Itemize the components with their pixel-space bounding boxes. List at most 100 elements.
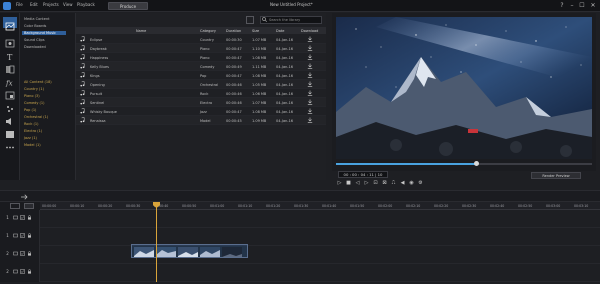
track-row[interactable] <box>40 246 600 264</box>
stop-button[interactable]: ■ <box>345 180 352 187</box>
library-row[interactable]: Eclipse Country 00:00:30 1.07 MB 04-Jan-16 <box>76 35 326 44</box>
tree-item-color-boards[interactable]: Color Boards <box>24 24 46 28</box>
snapshot-button[interactable]: ⊡ <box>372 180 379 187</box>
column-date[interactable]: Date <box>276 29 284 33</box>
filter-jazz[interactable]: Jazz (1) <box>24 136 37 140</box>
track-manager-icon[interactable] <box>10 203 20 209</box>
menu-edit[interactable]: Edit <box>30 2 38 7</box>
filter-rock[interactable]: Rock (1) <box>24 122 38 126</box>
download-icon[interactable] <box>307 108 313 114</box>
tree-item-sound-clips[interactable]: Sound Clips <box>24 38 45 42</box>
library-row[interactable]: Daybreak Piano 00:00:47 1.10 MB 04-Jan-16 <box>76 44 326 53</box>
more-rooms-icon[interactable] <box>5 137 15 149</box>
download-icon[interactable] <box>307 99 313 105</box>
fullscreen-button[interactable]: ⊠ <box>381 180 388 187</box>
download-icon[interactable] <box>307 54 313 60</box>
track-type-icon[interactable] <box>13 233 18 238</box>
audio-room-icon[interactable] <box>5 111 15 125</box>
library-row[interactable]: Kelly Blues Comedy 00:00:49 1.11 MB 04-Jan-1… <box>76 62 326 71</box>
video-clip[interactable] <box>131 244 248 258</box>
menu-projects[interactable]: Projects <box>43 2 59 7</box>
next-frame-button[interactable]: ▷ <box>363 180 370 187</box>
preview-scrubber[interactable] <box>336 161 592 166</box>
download-icon[interactable] <box>307 63 313 69</box>
library-row[interactable]: Pursuit Rock 00:00:46 1.06 MB 04-Jan-16 <box>76 89 326 98</box>
tree-item-media-content[interactable]: Media Content <box>24 17 50 21</box>
track-visibility-icon[interactable] <box>20 269 25 274</box>
column-size[interactable]: Size <box>252 29 259 33</box>
dock-button[interactable]: ⎍ <box>390 180 397 187</box>
track-type-icon[interactable] <box>13 215 18 220</box>
filter-comedy[interactable]: Comedy (1) <box>24 101 45 105</box>
scrubber-knob[interactable] <box>474 161 480 166</box>
filter-pop[interactable]: Pop (1) <box>24 108 36 112</box>
volume-button[interactable]: ◀ <box>399 180 406 187</box>
playhead-line[interactable] <box>156 202 157 282</box>
minimize-button[interactable]: – <box>568 2 576 10</box>
track-lock-icon[interactable] <box>27 269 32 274</box>
prev-frame-button[interactable]: ◁ <box>354 180 361 187</box>
row-duration: 00:00:49 <box>226 64 242 69</box>
tree-item-background-music[interactable]: Background Music <box>22 31 66 35</box>
view-mode-icon[interactable] <box>246 16 254 24</box>
column-duration[interactable]: Duration <box>226 29 241 33</box>
filter-country[interactable]: Country (1) <box>24 87 44 91</box>
download-icon[interactable] <box>307 72 313 78</box>
particle-room-icon[interactable] <box>5 98 15 112</box>
library-search-input[interactable]: Search the library <box>260 16 322 24</box>
play-button[interactable]: ▷ <box>336 180 343 187</box>
track-lock-icon[interactable] <box>27 251 32 256</box>
download-icon[interactable] <box>307 36 313 42</box>
timecode-display[interactable]: 00 : 00 : 04 : 11 | 10 <box>338 171 388 178</box>
library-row[interactable]: Opening Orchestral 00:00:46 1.05 MB 04-Jan-1… <box>76 80 326 89</box>
menu-view[interactable]: View <box>63 2 73 7</box>
chapter-room-icon[interactable] <box>5 124 15 138</box>
download-icon[interactable] <box>307 45 313 51</box>
media-room-icon[interactable] <box>3 17 17 31</box>
download-icon[interactable] <box>307 117 313 123</box>
library-row[interactable]: Renaissa Model 00:00:45 1.09 MB 04-Jan-16 <box>76 116 326 125</box>
track-visibility-icon[interactable] <box>20 233 25 238</box>
filter-piano[interactable]: Piano (3) <box>24 94 40 98</box>
column-download[interactable]: Download <box>301 29 318 33</box>
track-visibility-icon[interactable] <box>20 215 25 220</box>
snap-icon[interactable] <box>24 203 34 209</box>
filter-electro[interactable]: Electro (1) <box>24 129 42 133</box>
produce-button[interactable]: Produce <box>108 2 148 10</box>
fx-room-icon[interactable] <box>5 33 15 48</box>
track-row[interactable] <box>40 264 600 282</box>
menu-file[interactable]: File <box>16 2 23 7</box>
close-button[interactable]: ✕ <box>589 2 597 10</box>
settings-button[interactable]: ⚙ <box>417 180 424 187</box>
help-button[interactable]: ? <box>558 2 566 10</box>
filter-orchestral[interactable]: Orchestral (1) <box>24 115 48 119</box>
library-row[interactable]: Whisky Bouque Jazz 00:00:47 1.08 MB 04-Jan-1… <box>76 107 326 116</box>
filter-all-content[interactable]: All Content (18) <box>24 80 52 84</box>
pip-room-icon[interactable] <box>5 85 15 100</box>
track-lock-icon[interactable] <box>27 233 32 238</box>
effect-room-icon[interactable]: fx <box>5 72 15 88</box>
track-type-icon[interactable] <box>13 251 18 256</box>
tree-item-downloaded[interactable]: Downloaded <box>24 45 46 49</box>
transition-room-icon[interactable] <box>5 59 15 74</box>
menu-playback[interactable]: Playback <box>77 2 95 7</box>
track-lock-icon[interactable] <box>27 215 32 220</box>
library-row[interactable]: Kings Pop 00:00:47 1.08 MB 04-Jan-16 <box>76 71 326 80</box>
track-visibility-icon[interactable] <box>20 251 25 256</box>
maximize-button[interactable]: ☐ <box>578 2 586 10</box>
download-icon[interactable] <box>307 81 313 87</box>
library-row[interactable]: Happiness Piano 00:00:47 1.08 MB 04-Jan-16 <box>76 53 326 62</box>
library-row[interactable]: Sentinel Electro 00:00:46 1.07 MB 04-Jan-16 <box>76 98 326 107</box>
column-name[interactable]: Name <box>136 29 146 33</box>
download-icon[interactable] <box>307 90 313 96</box>
timeline-settings-icon[interactable] <box>20 194 28 200</box>
render-preview-button[interactable]: Render Preview <box>531 172 581 179</box>
column-category[interactable]: Category <box>200 29 216 33</box>
track-row[interactable] <box>40 210 600 228</box>
filter-model[interactable]: Model (1) <box>24 143 41 147</box>
title-room-icon[interactable]: T <box>5 46 15 62</box>
track-type-icon[interactable] <box>13 269 18 274</box>
timeline-ruler[interactable]: 00:00:00 00:00:10 00:00:20 00:00:30 00:00:40… <box>40 202 600 210</box>
record-button[interactable]: ◉ <box>408 180 415 187</box>
track-row[interactable] <box>40 228 600 246</box>
